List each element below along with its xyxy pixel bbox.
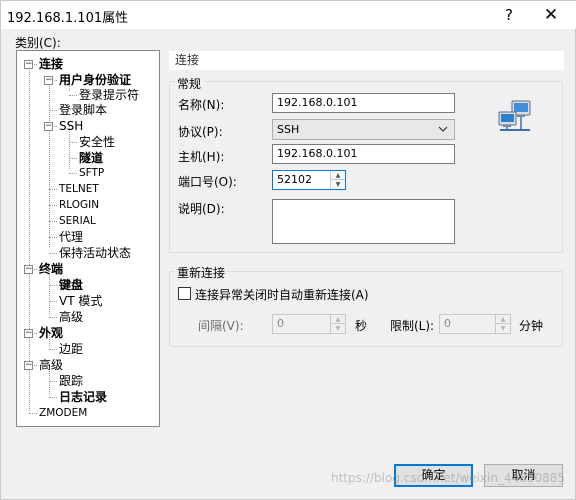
tree-connector-line: [49, 317, 57, 318]
tree-connector-line: [69, 95, 77, 96]
limit-value: 0: [444, 317, 451, 330]
tree-item[interactable]: 外观: [39, 325, 63, 341]
tree-item[interactable]: VT 模式: [59, 293, 102, 309]
tree-item[interactable]: 键盘: [59, 277, 83, 293]
chevron-down-icon: [438, 120, 448, 146]
spin-down-icon[interactable]: ▼: [331, 180, 345, 189]
help-button[interactable]: ?: [491, 3, 527, 27]
properties-dialog: 192.168.1.101属性 ? ✕ 类别(C): − 连接 − 用户身份验证 登录提…: [0, 0, 576, 500]
reconnect-group-title: 重新连接: [175, 264, 228, 281]
category-label: 类别(C):: [15, 36, 61, 50]
tree-collapse-icon[interactable]: −: [24, 329, 33, 338]
tree-item[interactable]: 高级: [59, 309, 83, 325]
tree-item[interactable]: SFTP: [79, 165, 104, 181]
protocol-value: SSH: [277, 123, 300, 136]
tree-connector-line: [49, 253, 57, 254]
spin-down-icon[interactable]: ▼: [331, 324, 345, 333]
tree-collapse-icon[interactable]: −: [44, 122, 53, 131]
spin-up-icon[interactable]: ▲: [496, 315, 510, 324]
tree-connector-line: [69, 173, 77, 174]
port-label: 端口号(O):: [178, 175, 237, 189]
tree-item[interactable]: 边距: [59, 341, 83, 357]
tree-connector-line: [49, 349, 57, 350]
limit-input[interactable]: 0 ▲ ▼: [439, 314, 511, 334]
auto-reconnect-label[interactable]: 连接异常关闭时自动重新连接(A): [195, 286, 369, 303]
name-label: 名称(N):: [178, 98, 225, 112]
interval-label: 间隔(V):: [198, 319, 244, 333]
tree-item[interactable]: 保持活动状态: [59, 245, 131, 261]
tree-connector-line: [49, 285, 57, 286]
tree-item[interactable]: 安全性: [79, 134, 115, 150]
tree-connector-line: [49, 381, 57, 382]
limit-unit: 分钟: [519, 319, 544, 333]
tree-connector-line: [49, 205, 57, 206]
tree-connector-line: [49, 397, 57, 398]
tree-item[interactable]: TELNET: [59, 181, 99, 197]
port-value: 52102: [277, 173, 312, 186]
tree-connector-line: [49, 110, 57, 111]
tree-connector-line: [49, 301, 57, 302]
limit-spinner[interactable]: ▲ ▼: [495, 315, 510, 333]
interval-unit: 秒: [355, 319, 368, 333]
tree-collapse-icon[interactable]: −: [24, 265, 33, 274]
spin-up-icon[interactable]: ▲: [331, 315, 345, 324]
spin-up-icon[interactable]: ▲: [331, 171, 345, 180]
tree-collapse-icon[interactable]: −: [24, 60, 33, 69]
tree-item[interactable]: 代理: [59, 229, 83, 245]
reconnect-group: [169, 271, 563, 347]
tree-connector-line: [49, 189, 57, 190]
tree-item[interactable]: 高级: [39, 357, 63, 373]
watermark: https://blog.csdn.net/weixin_44850885: [331, 471, 566, 485]
window-title: 192.168.1.101属性: [7, 11, 129, 26]
tree-connector-line: [49, 221, 57, 222]
tree-connector-line: [69, 158, 77, 159]
tree-item[interactable]: 隧道: [79, 150, 103, 166]
tree-connector-line: [69, 142, 77, 143]
protocol-label: 协议(P):: [178, 125, 223, 139]
tree-item[interactable]: 日志记录: [59, 389, 107, 405]
protocol-select[interactable]: SSH: [272, 119, 455, 140]
tree-item[interactable]: 登录提示符: [79, 87, 139, 103]
tree-item[interactable]: ZMODEM: [39, 405, 87, 421]
tree-item[interactable]: SERIAL: [59, 213, 96, 229]
tree-connector-line: [49, 237, 57, 238]
host-label: 主机(H):: [178, 150, 225, 164]
interval-input[interactable]: 0 ▲ ▼: [272, 314, 346, 334]
panel-header: 连接: [169, 51, 564, 70]
port-input[interactable]: 52102 ▲ ▼: [272, 170, 346, 190]
tree-item[interactable]: SSH: [59, 118, 83, 134]
tree-item[interactable]: RLOGIN: [59, 197, 99, 213]
description-input[interactable]: [272, 199, 455, 244]
tree-collapse-icon[interactable]: −: [24, 361, 33, 370]
general-group-title: 常规: [175, 75, 204, 92]
tree-item[interactable]: 终端: [39, 261, 63, 277]
description-label: 说明(D):: [178, 202, 225, 216]
network-computer-icon: [498, 100, 531, 131]
spin-down-icon[interactable]: ▼: [496, 324, 510, 333]
tree-item[interactable]: 登录脚本: [59, 102, 107, 118]
tree-item[interactable]: 用户身份验证: [59, 72, 131, 88]
category-tree[interactable]: − 连接 − 用户身份验证 登录提示符 登录脚本 − SSH 安全性 隧道 SFTP TELNET RL…: [16, 50, 160, 427]
tree-item[interactable]: 连接: [39, 56, 63, 72]
interval-value: 0: [277, 317, 284, 330]
tree-connector-line: [29, 63, 30, 411]
host-input[interactable]: 192.168.0.101: [272, 144, 455, 164]
name-input[interactable]: 192.168.0.101: [272, 93, 455, 113]
auto-reconnect-checkbox[interactable]: [178, 287, 191, 300]
tree-collapse-icon[interactable]: −: [44, 76, 53, 85]
port-spinner[interactable]: ▲ ▼: [330, 171, 345, 189]
tree-connector-line: [29, 413, 37, 414]
interval-spinner[interactable]: ▲ ▼: [330, 315, 345, 333]
title-bar: 192.168.1.101属性 ? ✕: [1, 1, 576, 29]
close-button[interactable]: ✕: [533, 3, 569, 27]
limit-label: 限制(L):: [390, 319, 435, 333]
tree-item[interactable]: 跟踪: [59, 373, 83, 389]
